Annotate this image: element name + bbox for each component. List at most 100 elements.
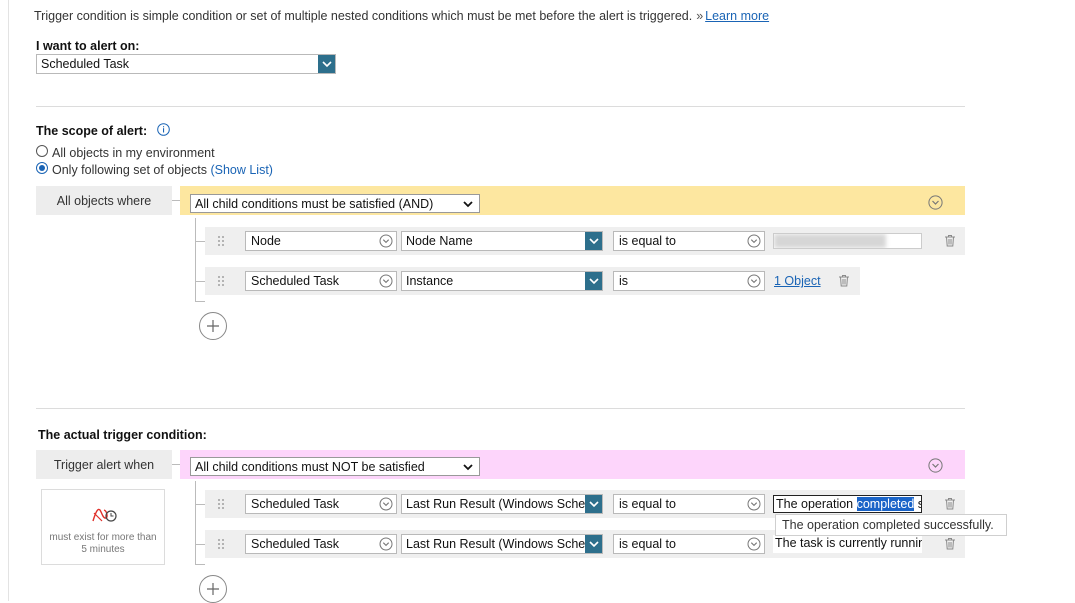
tree-line	[195, 481, 196, 565]
trigger-condition-2-operator-select[interactable]: is equal to	[613, 534, 765, 554]
chevron-down-icon	[379, 497, 393, 511]
trigger-condition-1-operator-select[interactable]: is equal to	[613, 494, 765, 514]
trigger-label: The actual trigger condition:	[38, 428, 207, 442]
connector	[196, 564, 205, 565]
selected-text: completed	[856, 497, 915, 511]
add-trigger-condition-button[interactable]	[199, 575, 227, 603]
divider	[36, 408, 965, 409]
drag-handle-icon[interactable]	[217, 538, 225, 550]
blurred-value	[774, 234, 886, 248]
intro-text: Trigger condition is simple condition or…	[34, 9, 769, 23]
radio-all-objects[interactable]	[36, 145, 48, 157]
chevron-down-icon	[379, 537, 393, 551]
raquo: »	[696, 9, 704, 23]
trigger-group-tag: Trigger alert when	[36, 450, 172, 479]
chevron-down-icon	[585, 272, 602, 290]
chevron-down-icon	[463, 201, 473, 208]
value-tooltip: The operation completed successfully.	[775, 514, 1007, 536]
value-text: The operation	[776, 497, 857, 511]
drag-handle-icon[interactable]	[217, 498, 225, 510]
connector	[196, 544, 205, 545]
scope-condition-2-field-select[interactable]: Instance	[401, 271, 603, 291]
learn-more-link[interactable]: Learn more	[705, 9, 769, 23]
trigger-group-operator-value: All child conditions must NOT be satisfi…	[195, 460, 425, 474]
chevron-down-icon	[747, 274, 761, 288]
operator-value: is equal to	[619, 497, 676, 511]
scope-group-operator-value: All child conditions must be satisfied (…	[195, 197, 434, 211]
connector	[196, 241, 205, 242]
scope-group-tag: All objects where	[36, 186, 172, 215]
collapse-chevron-icon[interactable]	[928, 195, 943, 210]
time-condition-box[interactable]: must exist for more than 5 minutes	[41, 489, 165, 565]
connector	[172, 200, 180, 201]
scope-group-operator-select[interactable]: All child conditions must be satisfied (…	[190, 194, 480, 213]
field-value: Last Run Result (Windows Schec	[406, 537, 592, 551]
entity-value: Scheduled Task	[251, 537, 340, 551]
tree-line	[195, 218, 196, 302]
entity-value: Node	[251, 234, 281, 248]
chevron-down-icon	[747, 234, 761, 248]
chevron-down-icon	[585, 535, 602, 553]
entity-value: Scheduled Task	[251, 497, 340, 511]
radio-only-following[interactable]	[36, 162, 48, 174]
scope-condition-2-operator-select[interactable]: is	[613, 271, 765, 291]
operator-value: is equal to	[619, 537, 676, 551]
trigger-condition-2-value-input[interactable]: The task is currently running	[773, 535, 922, 553]
trigger-condition-2-entity-select[interactable]: Scheduled Task	[245, 534, 397, 554]
collapse-chevron-icon[interactable]	[928, 458, 943, 473]
chevron-down-icon	[585, 495, 602, 513]
scope-condition-1-entity-select[interactable]: Node	[245, 231, 397, 251]
trigger-condition-1-entity-select[interactable]: Scheduled Task	[245, 494, 397, 514]
drag-handle-icon[interactable]	[217, 275, 225, 287]
chevron-down-icon	[318, 55, 335, 73]
alert-on-value: Scheduled Task	[41, 57, 130, 71]
divider	[36, 106, 965, 107]
chevron-down-icon	[463, 464, 473, 471]
scope-condition-2-entity-select[interactable]: Scheduled Task	[245, 271, 397, 291]
scope-condition-2-object-link[interactable]: 1 Object	[774, 274, 821, 288]
trash-icon[interactable]	[944, 234, 956, 247]
connector	[196, 281, 205, 282]
alert-on-select[interactable]: Scheduled Task	[36, 54, 336, 74]
trigger-group-operator-select[interactable]: All child conditions must NOT be satisfi…	[190, 457, 480, 476]
radio-all-objects-label: All objects in my environment	[52, 146, 215, 160]
operator-value: is	[619, 274, 629, 288]
connector	[196, 504, 205, 505]
operator-value: is equal to	[619, 234, 676, 248]
time-condition-label: must exist for more than 5 minutes	[49, 532, 157, 555]
trash-icon[interactable]	[944, 537, 956, 550]
chevron-down-icon	[379, 234, 393, 248]
scope-condition-1-value-input[interactable]	[773, 233, 922, 249]
field-value: Instance	[406, 274, 454, 288]
trash-icon[interactable]	[944, 497, 956, 510]
time-condition-icon	[92, 508, 117, 522]
chevron-down-icon	[585, 232, 602, 250]
info-icon[interactable]	[157, 123, 170, 136]
value-text-tail: su	[914, 497, 921, 511]
connector	[172, 464, 180, 465]
add-scope-condition-button[interactable]	[199, 312, 227, 340]
scope-condition-1-field-select[interactable]: Node Name	[401, 231, 603, 251]
scope-label: The scope of alert:	[36, 124, 148, 138]
show-list-link[interactable]: (Show List)	[210, 163, 273, 177]
field-value: Node Name	[406, 234, 473, 248]
plus-icon	[207, 583, 219, 595]
plus-icon	[207, 320, 219, 332]
chevron-down-icon	[379, 274, 393, 288]
alert-on-label: I want to alert on:	[36, 39, 140, 53]
chevron-down-icon	[747, 537, 761, 551]
trigger-condition-1-value-input[interactable]: The operation completed su	[773, 495, 922, 513]
only-following-text: Only following set of objects	[52, 163, 207, 177]
left-border	[8, 0, 9, 601]
entity-value: Scheduled Task	[251, 274, 340, 288]
scope-condition-1-operator-select[interactable]: is equal to	[613, 231, 765, 251]
chevron-down-icon	[747, 497, 761, 511]
trigger-condition-1-field-select[interactable]: Last Run Result (Windows Schec	[401, 494, 603, 514]
trash-icon[interactable]	[838, 274, 850, 287]
radio-only-following-label: Only following set of objects (Show List…	[52, 163, 273, 177]
drag-handle-icon[interactable]	[217, 235, 225, 247]
connector	[196, 301, 205, 302]
trigger-condition-2-field-select[interactable]: Last Run Result (Windows Schec	[401, 534, 603, 554]
intro-description: Trigger condition is simple condition or…	[34, 9, 693, 23]
field-value: Last Run Result (Windows Schec	[406, 497, 592, 511]
